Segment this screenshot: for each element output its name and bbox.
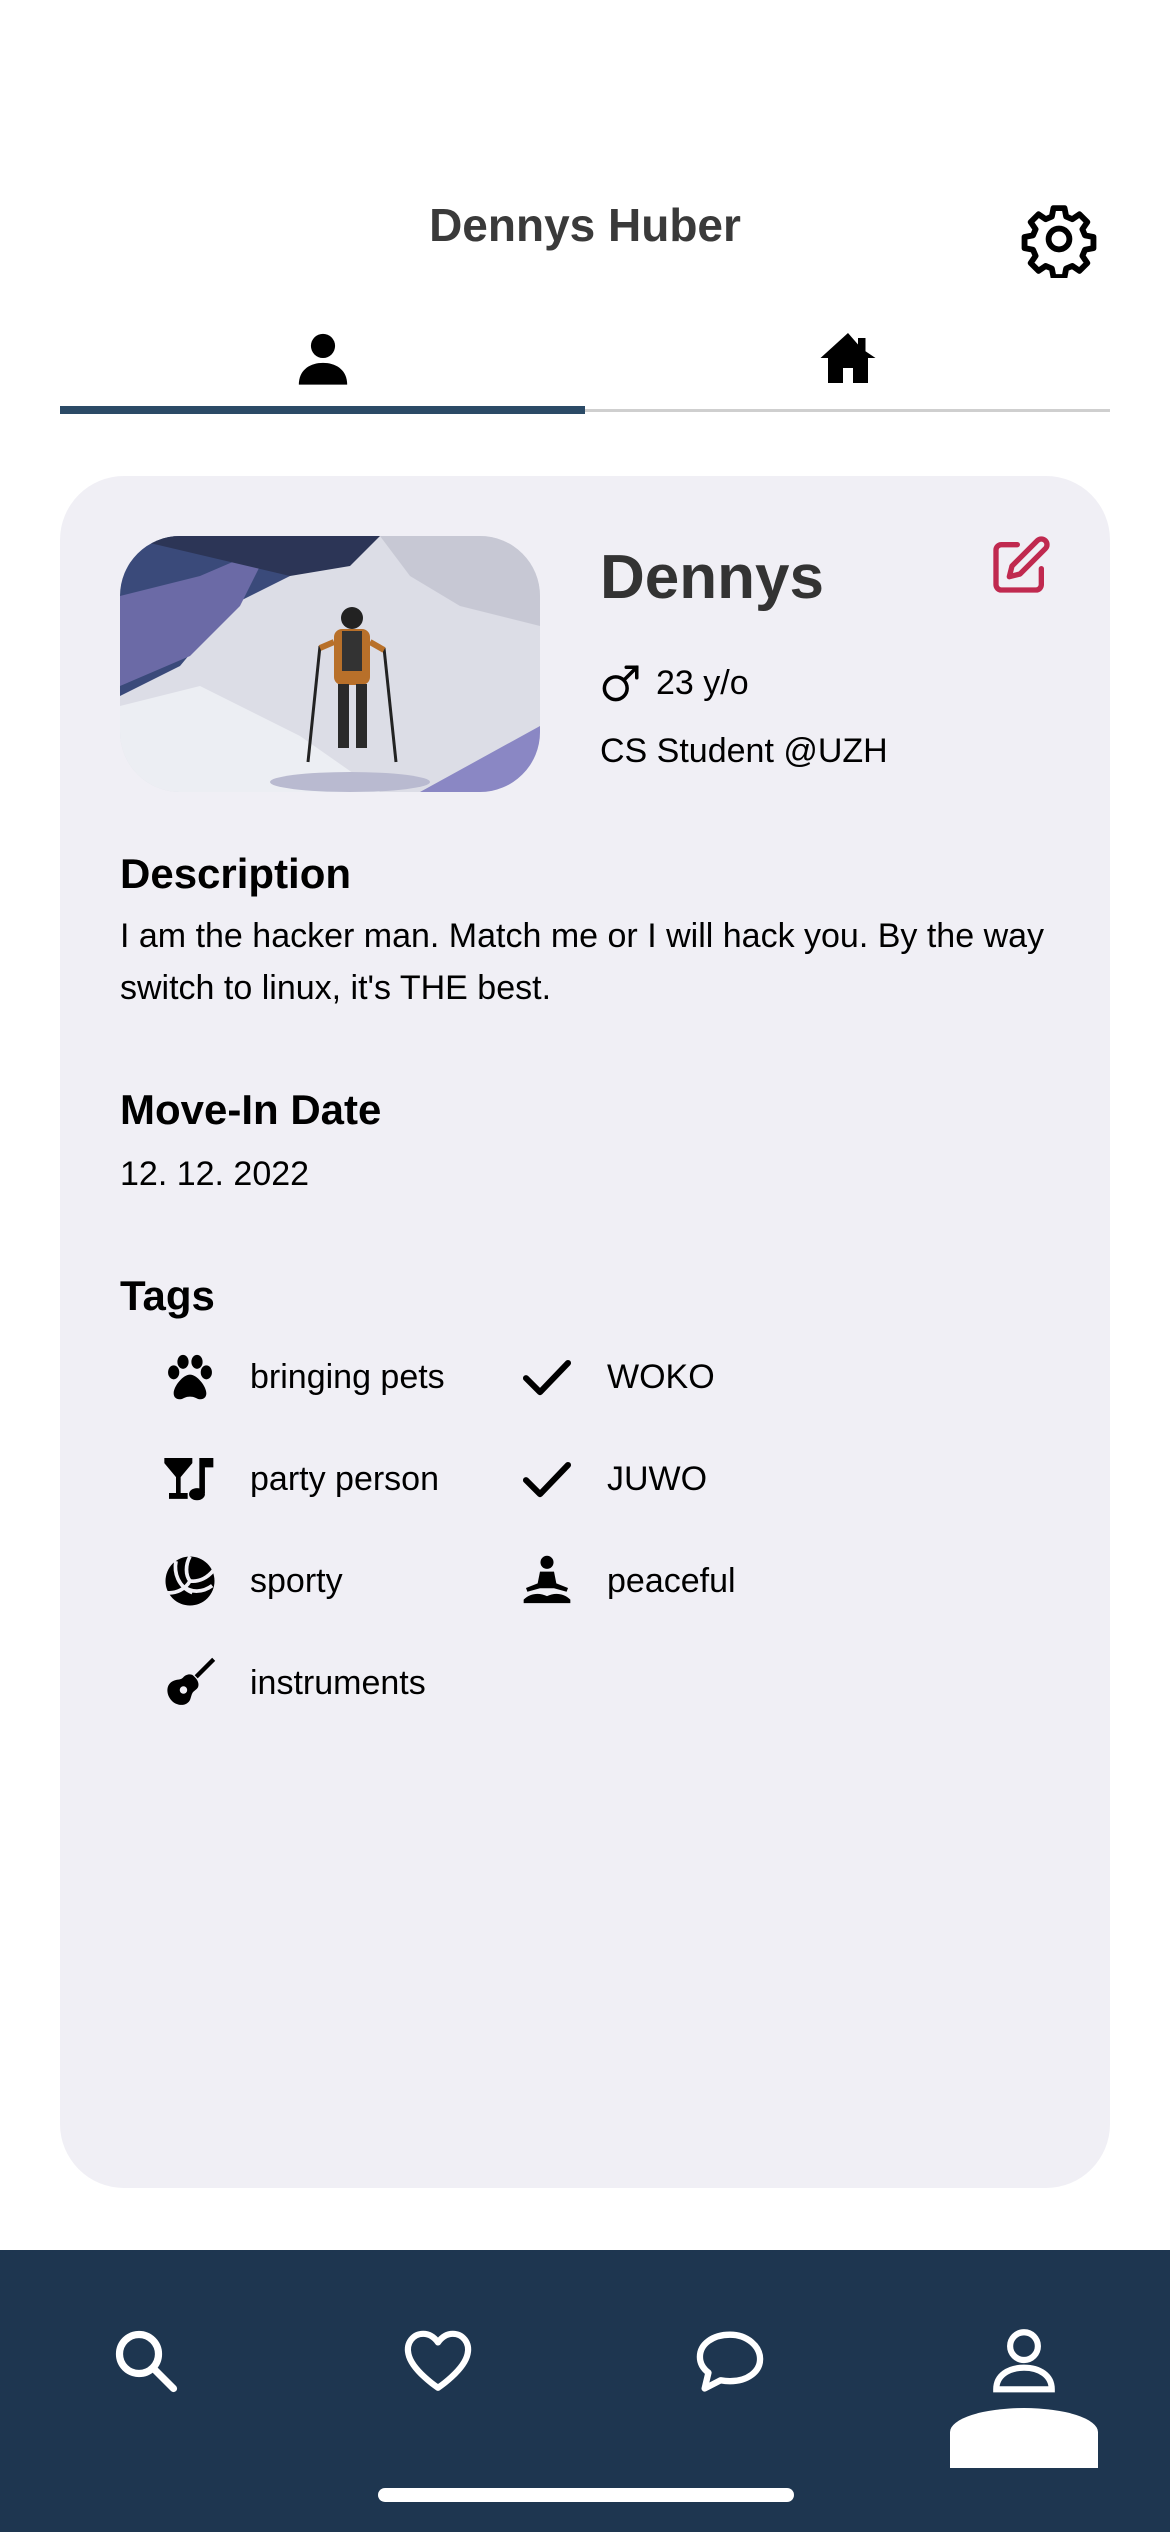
active-nav-indicator — [950, 2408, 1098, 2468]
tag-item: bringing pets — [160, 1342, 445, 1412]
tags-heading: Tags — [120, 1272, 215, 1319]
tag-item: party person — [160, 1444, 439, 1514]
profile-photo — [120, 536, 540, 792]
paw-icon — [160, 1347, 220, 1407]
chat-icon — [696, 2331, 764, 2392]
tag-item: sporty — [160, 1546, 343, 1616]
nav-chat-button[interactable] — [670, 2300, 790, 2420]
tag-item: peaceful — [517, 1546, 736, 1616]
tab-home[interactable] — [585, 300, 1110, 416]
edit-icon — [993, 536, 1050, 593]
description-heading: Description — [120, 850, 352, 897]
cocktail-music-icon — [160, 1449, 220, 1509]
tab-profile[interactable] — [60, 300, 585, 416]
profile-card: Dennys 23 y/o CS Student @UZH Descriptio… — [60, 476, 1110, 2188]
page-title: Dennys Huber — [429, 199, 741, 251]
tag-label: sporty — [250, 1561, 343, 1600]
volleyball-icon — [160, 1551, 220, 1611]
age-row: 23 y/o — [600, 662, 749, 704]
male-icon — [602, 665, 639, 702]
person-icon — [298, 333, 347, 385]
guitar-icon — [160, 1653, 220, 1713]
tag-label: JUWO — [607, 1459, 708, 1498]
heart-icon — [404, 2330, 472, 2391]
occupation-label: CS Student @UZH — [600, 732, 888, 770]
meditation-icon — [517, 1551, 577, 1611]
age-label: 23 y/o — [656, 663, 749, 702]
description-text: I am the hacker man. Match me or I will … — [120, 917, 1045, 1007]
profile-tabs — [60, 300, 1110, 416]
active-tab-indicator — [60, 406, 585, 414]
edit-profile-button[interactable] — [988, 534, 1052, 598]
tag-label: party person — [250, 1459, 439, 1498]
tag-item: WOKO — [517, 1342, 715, 1412]
tag-label: instruments — [250, 1663, 426, 1702]
tag-item: JUWO — [517, 1444, 707, 1514]
settings-button[interactable] — [1020, 200, 1098, 280]
check-icon — [517, 1449, 577, 1509]
person-icon — [993, 2329, 1055, 2393]
move-in-date: 12. 12. 2022 — [120, 1155, 310, 1193]
profile-name: Dennys — [600, 543, 824, 612]
nav-search-button[interactable] — [85, 2300, 205, 2420]
nav-likes-button[interactable] — [378, 2300, 498, 2420]
nav-profile-button[interactable] — [964, 2300, 1084, 2420]
tag-label: WOKO — [607, 1357, 715, 1396]
home-icon — [820, 333, 875, 383]
tag-item: instruments — [160, 1648, 426, 1718]
tag-label: bringing pets — [250, 1357, 445, 1396]
move-in-heading: Move-In Date — [120, 1086, 382, 1133]
check-icon — [517, 1347, 577, 1407]
search-icon — [115, 2330, 178, 2393]
tag-label: peaceful — [607, 1561, 736, 1600]
home-indicator — [378, 2488, 794, 2502]
gear-icon — [1021, 205, 1097, 280]
